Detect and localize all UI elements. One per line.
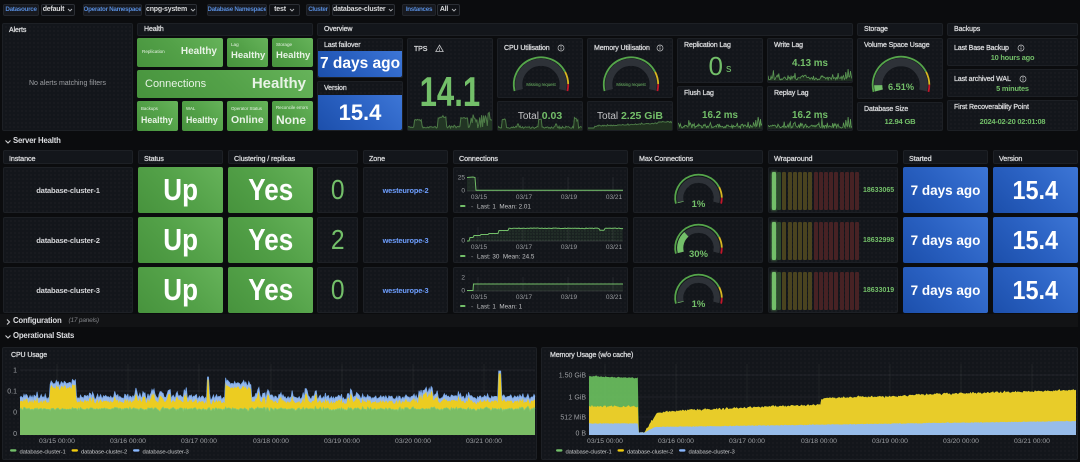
svg-text:0 B: 0 B — [575, 431, 586, 438]
svg-text:Last: 1 Mean: 2.01: Last: 1 Mean: 2.01 — [477, 204, 531, 211]
svg-text:1%: 1% — [692, 199, 706, 210]
svg-text:database‑cluster‑2: database‑cluster‑2 — [627, 450, 673, 456]
svg-text:0: 0 — [13, 410, 17, 417]
svg-text:30%: 30% — [689, 249, 709, 260]
svg-text:-: - — [471, 304, 473, 311]
svg-text:-: - — [471, 204, 473, 211]
svg-text:Last: 30 Mean: 24.5: Last: 30 Mean: 24.5 — [477, 254, 535, 261]
svg-text:database‑cluster‑1: database‑cluster‑1 — [566, 450, 612, 456]
svg-text:0: 0 — [461, 288, 465, 295]
svg-text:Missing request: Missing request — [526, 82, 556, 87]
svg-text:03/19: 03/19 — [561, 294, 578, 301]
svg-text:03/18 00:00: 03/18 00:00 — [801, 438, 837, 445]
svg-text:-: - — [471, 254, 473, 261]
svg-text:03/21 00:00: 03/21 00:00 — [1014, 438, 1050, 445]
svg-text:1: 1 — [13, 368, 17, 375]
svg-text:database‑cluster‑3: database‑cluster‑3 — [143, 450, 190, 456]
svg-text:0: 0 — [461, 238, 465, 245]
svg-text:6.51%: 6.51% — [888, 82, 914, 92]
svg-text:03/17: 03/17 — [516, 194, 533, 201]
svg-text:03/18 00:00: 03/18 00:00 — [253, 438, 289, 445]
svg-text:25: 25 — [458, 175, 466, 182]
svg-text:03/15 00:00: 03/15 00:00 — [587, 438, 623, 445]
svg-text:03/15: 03/15 — [471, 294, 488, 301]
svg-text:Missing request: Missing request — [616, 82, 646, 87]
svg-text:03/15: 03/15 — [471, 194, 488, 201]
svg-text:1.50 GiB: 1.50 GiB — [559, 373, 587, 380]
svg-text:03/19 00:00: 03/19 00:00 — [872, 438, 908, 445]
svg-text:03/19: 03/19 — [561, 194, 578, 201]
svg-text:03/21: 03/21 — [606, 294, 623, 301]
svg-text:03/16 00:00: 03/16 00:00 — [110, 438, 146, 445]
svg-text:database‑cluster‑2: database‑cluster‑2 — [81, 450, 127, 456]
svg-text:03/20 00:00: 03/20 00:00 — [395, 438, 431, 445]
svg-text:0: 0 — [13, 431, 17, 438]
svg-text:database‑cluster‑3: database‑cluster‑3 — [689, 450, 736, 456]
svg-text:03/17: 03/17 — [516, 244, 533, 251]
svg-text:03/19 00:00: 03/19 00:00 — [324, 438, 360, 445]
svg-text:03/19: 03/19 — [561, 244, 578, 251]
svg-text:1 GiB: 1 GiB — [568, 395, 586, 402]
svg-text:0.1: 0.1 — [7, 389, 17, 396]
svg-text:03/15: 03/15 — [471, 244, 488, 251]
svg-text:03/16 00:00: 03/16 00:00 — [658, 438, 694, 445]
svg-text:1%: 1% — [692, 299, 706, 310]
svg-text:03/21: 03/21 — [606, 194, 623, 201]
svg-text:03/17: 03/17 — [516, 294, 533, 301]
svg-text:03/21: 03/21 — [606, 244, 623, 251]
svg-text:Last: 1 Mean: 1: Last: 1 Mean: 1 — [477, 304, 523, 311]
svg-text:database‑cluster‑1: database‑cluster‑1 — [20, 450, 66, 456]
svg-text:03/20 00:00: 03/20 00:00 — [943, 438, 979, 445]
svg-text:03/17 00:00: 03/17 00:00 — [729, 438, 765, 445]
svg-text:03/17 00:00: 03/17 00:00 — [181, 438, 217, 445]
svg-text:2: 2 — [461, 275, 465, 282]
svg-text:03/15 00:00: 03/15 00:00 — [39, 438, 75, 445]
svg-text:512 MiB: 512 MiB — [560, 415, 586, 422]
svg-text:03/21 00:00: 03/21 00:00 — [466, 438, 502, 445]
svg-text:0: 0 — [461, 188, 465, 195]
